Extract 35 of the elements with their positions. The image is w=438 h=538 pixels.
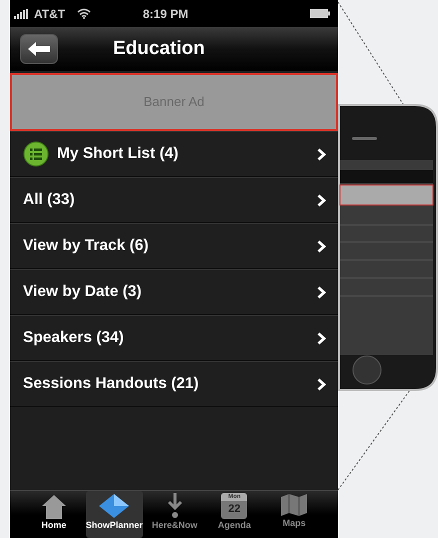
menu-row[interactable]: View by Date (3) (10, 269, 338, 315)
carrier-name: AT&T (34, 6, 66, 22)
house-icon (40, 493, 68, 519)
down-arrow-icon (166, 493, 184, 519)
wifi-icon (77, 8, 92, 19)
menu-label: Speakers (34) (23, 328, 125, 348)
chevron-icon (317, 378, 326, 390)
screen-title: Education (113, 36, 205, 61)
back-button[interactable] (20, 34, 58, 64)
status-time: 8:19 PM (142, 6, 188, 22)
list-icon (23, 141, 49, 167)
battery-icon (310, 9, 330, 18)
menu-row[interactable]: All (33) (10, 177, 338, 223)
chevron-icon (317, 148, 326, 160)
tab-bar-item[interactable]: ShowPlanner (86, 491, 143, 538)
map-icon (280, 493, 308, 517)
signal-icon (14, 8, 30, 18)
chevron-icon (317, 240, 326, 252)
tab-bar-item[interactable]: Home (26, 491, 82, 538)
chevron-icon (317, 286, 326, 298)
tab-bar-item[interactable]: Here&Now (146, 491, 203, 538)
menu-row[interactable]: Speakers (34) (10, 315, 338, 361)
back-arrow-icon (28, 42, 50, 56)
menu-label: Sessions Handouts (21) (23, 374, 200, 394)
menu-row[interactable]: Sessions Handouts (21) (10, 361, 338, 407)
menu-row[interactable]: View by Track (6) (10, 223, 338, 269)
menu-row[interactable]: My Short List (4) (10, 131, 338, 177)
tab-bar-item[interactable]: Maps (266, 491, 322, 538)
menu-label: View by Track (6) (23, 236, 150, 256)
menu-label: All (33) (23, 190, 76, 210)
chevron-icon (317, 332, 326, 344)
diamond-icon (98, 493, 130, 519)
menu-label: View by Date (3) (23, 282, 143, 302)
menu-label: My Short List (4) (57, 144, 180, 164)
chevron-icon (317, 194, 326, 206)
